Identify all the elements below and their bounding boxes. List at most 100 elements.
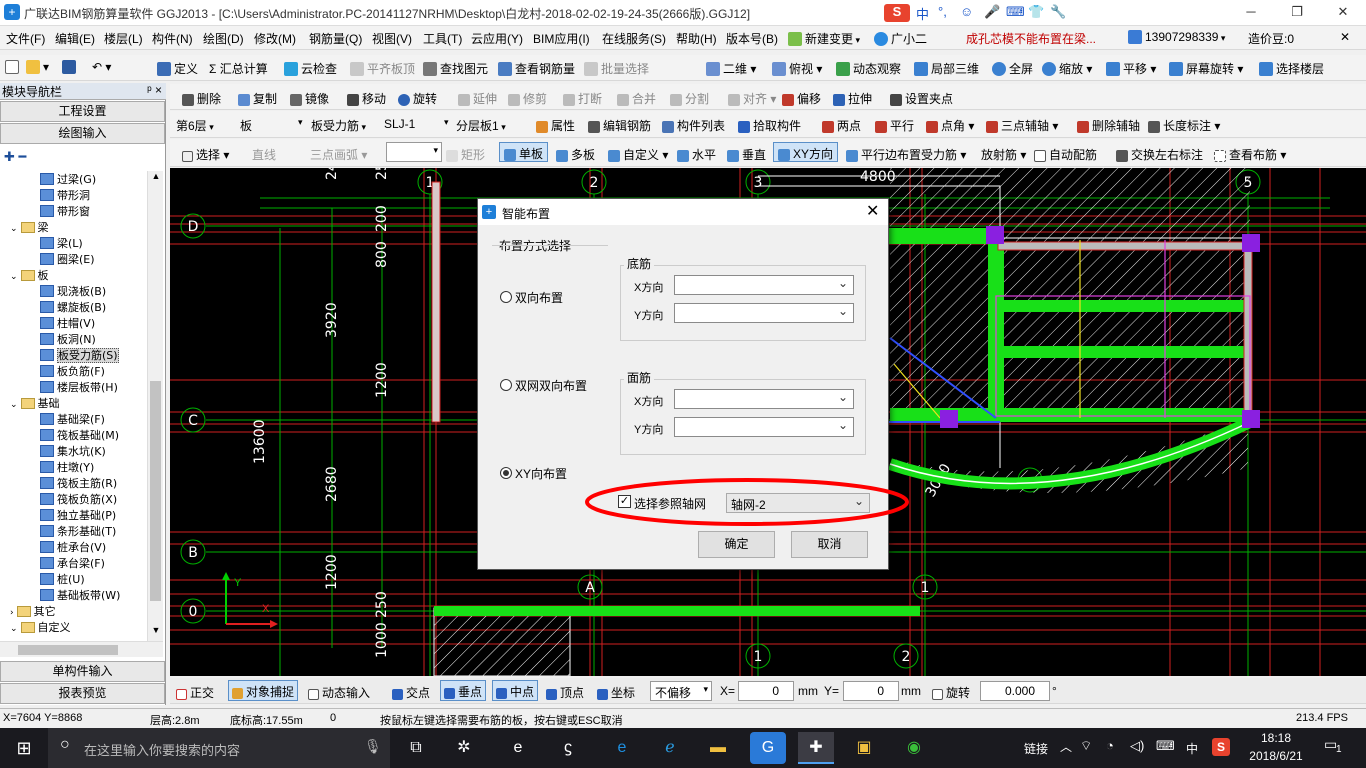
rotate-checkbox[interactable]: 旋转 [932,684,970,701]
mirror-button[interactable]: 镜像 [290,90,329,107]
two-point-axis-button[interactable]: 两点 [822,117,861,134]
cloud-check-button[interactable]: 云检查 [284,60,337,77]
browser-e-icon[interactable]: e [500,732,536,764]
view-rebar-qty-button[interactable]: 查看钢筋量 [498,60,575,77]
windows-start-icon[interactable]: ⊞ [6,732,42,764]
restore-icon[interactable]: ❐ [1274,0,1320,26]
tree-item[interactable]: 基础板带(W) [40,587,120,603]
tree-item[interactable]: 柱帽(V) [40,315,95,331]
zoom-dropdown[interactable]: 缩放 ▾ [1042,60,1092,77]
tree-expand-icon[interactable]: › [10,608,14,618]
menu-close-icon[interactable]: ✕ [1340,30,1350,44]
report-preview-button[interactable]: 报表预览 [0,683,165,704]
coordinate-snap[interactable]: 坐标 [597,684,635,701]
xy-direction-button[interactable]: XY方向 [773,142,839,162]
ime-chinese-toggle[interactable]: 中 [916,4,929,22]
offset-button[interactable]: 偏移 [782,90,821,107]
layer-select[interactable]: 分层板1 [456,117,506,134]
component-type-select[interactable]: 板受力筋 [311,117,366,134]
taskbar-search[interactable]: ○ 在这里输入你要搜索的内容 🎙 [48,728,390,768]
trim-button[interactable]: 修剪 [508,90,547,107]
parallel-axis-button[interactable]: 平行 [875,117,914,134]
ime-emoji-icon[interactable]: ☺ [960,4,973,22]
notes-app-icon[interactable]: ▣ [846,732,882,764]
y-input[interactable]: 0 [843,681,899,701]
open-file-icon[interactable]: ▾ [26,60,49,74]
draw-input-button[interactable]: 绘图输入 [0,123,165,144]
align-dropdown[interactable]: 对齐 ▾ [728,90,776,107]
tree-item[interactable]: 楼层板带(H) [40,379,118,395]
rotate-input[interactable]: 0.000 [980,681,1050,701]
touch-keyboard-icon[interactable]: ⌨ [1156,738,1175,754]
pan-dropdown[interactable]: 平移 ▾ [1106,60,1156,77]
menu-guangxiaoer[interactable]: 广小二 [874,30,927,47]
dialog-close-icon[interactable]: ✕ [866,201,879,221]
x-input[interactable]: 0 [738,681,794,701]
orbit-button[interactable]: 动态观察 [836,60,901,77]
top-view-dropdown[interactable]: 俯视 ▾ [772,60,822,77]
menu-cloud[interactable]: 云应用(Y) [471,30,523,47]
extend-button[interactable]: 延伸 [458,90,497,107]
menu-bim[interactable]: BIM应用(I) [533,30,590,47]
task-view-icon[interactable]: ⧉ [398,732,434,764]
menu-view[interactable]: 视图(V) [372,30,412,47]
tree-item[interactable]: 板洞(N) [40,331,96,347]
bottom-x-combo[interactable] [674,275,854,295]
ime-tools-icon[interactable]: 🔧 [1050,4,1066,22]
set-grip-button[interactable]: 设置夹点 [890,90,953,107]
ie-icon[interactable]: ℯ [652,732,688,764]
tree-item[interactable]: 圈梁(E) [40,251,95,267]
tree-scrollbar[interactable]: ▲ ▼ [147,171,163,641]
radial-rebar-dropdown[interactable]: 放射筋 ▾ [981,146,1026,163]
save-icon[interactable] [62,60,79,74]
pick-component-button[interactable]: 拾取构件 [738,117,801,134]
tree-item[interactable]: 螺旋板(B) [40,299,106,315]
menu-online[interactable]: 在线服务(S) [602,30,666,47]
perpendicular-snap[interactable]: 垂点 [440,680,487,701]
tree-collapse-icon[interactable]: ⌄ [10,400,18,410]
intersection-snap[interactable]: 交点 [392,684,430,701]
edge-icon[interactable]: e [604,732,640,764]
floor-select[interactable]: 第6层 [176,117,232,134]
tree-collapse-icon[interactable]: ⌄ [10,272,18,282]
radio-double-net-label[interactable]: 双网双向布置 [515,377,587,394]
screen-rotate-dropdown[interactable]: 屏幕旋转 ▾ [1169,60,1243,77]
file-explorer-icon[interactable]: ▬ [700,732,736,764]
tree-item[interactable]: › 其它 [10,603,56,619]
tree-item[interactable]: 现浇板(B) [40,283,106,299]
top-y-combo[interactable] [674,417,854,437]
object-snap-toggle[interactable]: 对象捕捉 [228,680,299,701]
tree-item[interactable]: 板负筋(F) [40,363,105,379]
stretch-button[interactable]: 拉伸 [833,90,872,107]
component-list-button[interactable]: 构件列表 [662,117,725,134]
radio-xy-direction[interactable] [500,467,512,479]
swap-lr-label-button[interactable]: 交换左右标注 [1116,146,1203,163]
ggj-app-icon[interactable]: ✚ [798,732,834,764]
close-icon[interactable]: ✕ [1320,0,1366,26]
tree-item[interactable]: 梁(L) [40,235,83,251]
ime-mic-icon[interactable]: 🎤 [984,4,1000,22]
single-component-input-button[interactable]: 单构件输入 [0,661,165,682]
length-dim-dropdown[interactable]: 长度标注 ▾ [1148,117,1220,134]
tree-item[interactable]: 带形洞 [40,187,90,203]
panel-pin-close-icon[interactable]: ᵖ × [147,83,162,97]
delete-aux-axis-button[interactable]: 删除辅轴 [1077,117,1140,134]
offset-mode-select[interactable]: 不偏移 ▾ [650,681,712,701]
tree-item[interactable]: 筏板主筋(R) [40,475,117,491]
three-point-arc-dropdown[interactable]: 三点画弧 ▾ [310,146,367,163]
multi-slab-button[interactable]: 多板 [556,146,595,163]
fullscreen-button[interactable]: 全屏 [992,60,1033,77]
ortho-toggle[interactable]: 正交 [176,684,214,701]
tree-item[interactable]: 板受力筋(S) [40,347,119,363]
ime-keyboard-icon[interactable]: ⌨ [1006,4,1025,22]
tree-item[interactable]: ⌄ 基础 [10,395,60,411]
menu-tools[interactable]: 工具(T) [423,30,462,47]
minimize-icon[interactable]: ─ [1228,0,1274,26]
merge-button[interactable]: 合并 [617,90,656,107]
midpoint-snap[interactable]: 中点 [492,680,539,701]
top-x-combo[interactable] [674,389,854,409]
rotate-button[interactable]: 旋转 [398,90,437,107]
tree-item[interactable]: ⌄ 自定义 [10,619,71,635]
parallel-edge-rebar-dropdown[interactable]: 平行边布置受力筋 ▾ [846,146,966,163]
menu-edit[interactable]: 编辑(E) [55,30,95,47]
